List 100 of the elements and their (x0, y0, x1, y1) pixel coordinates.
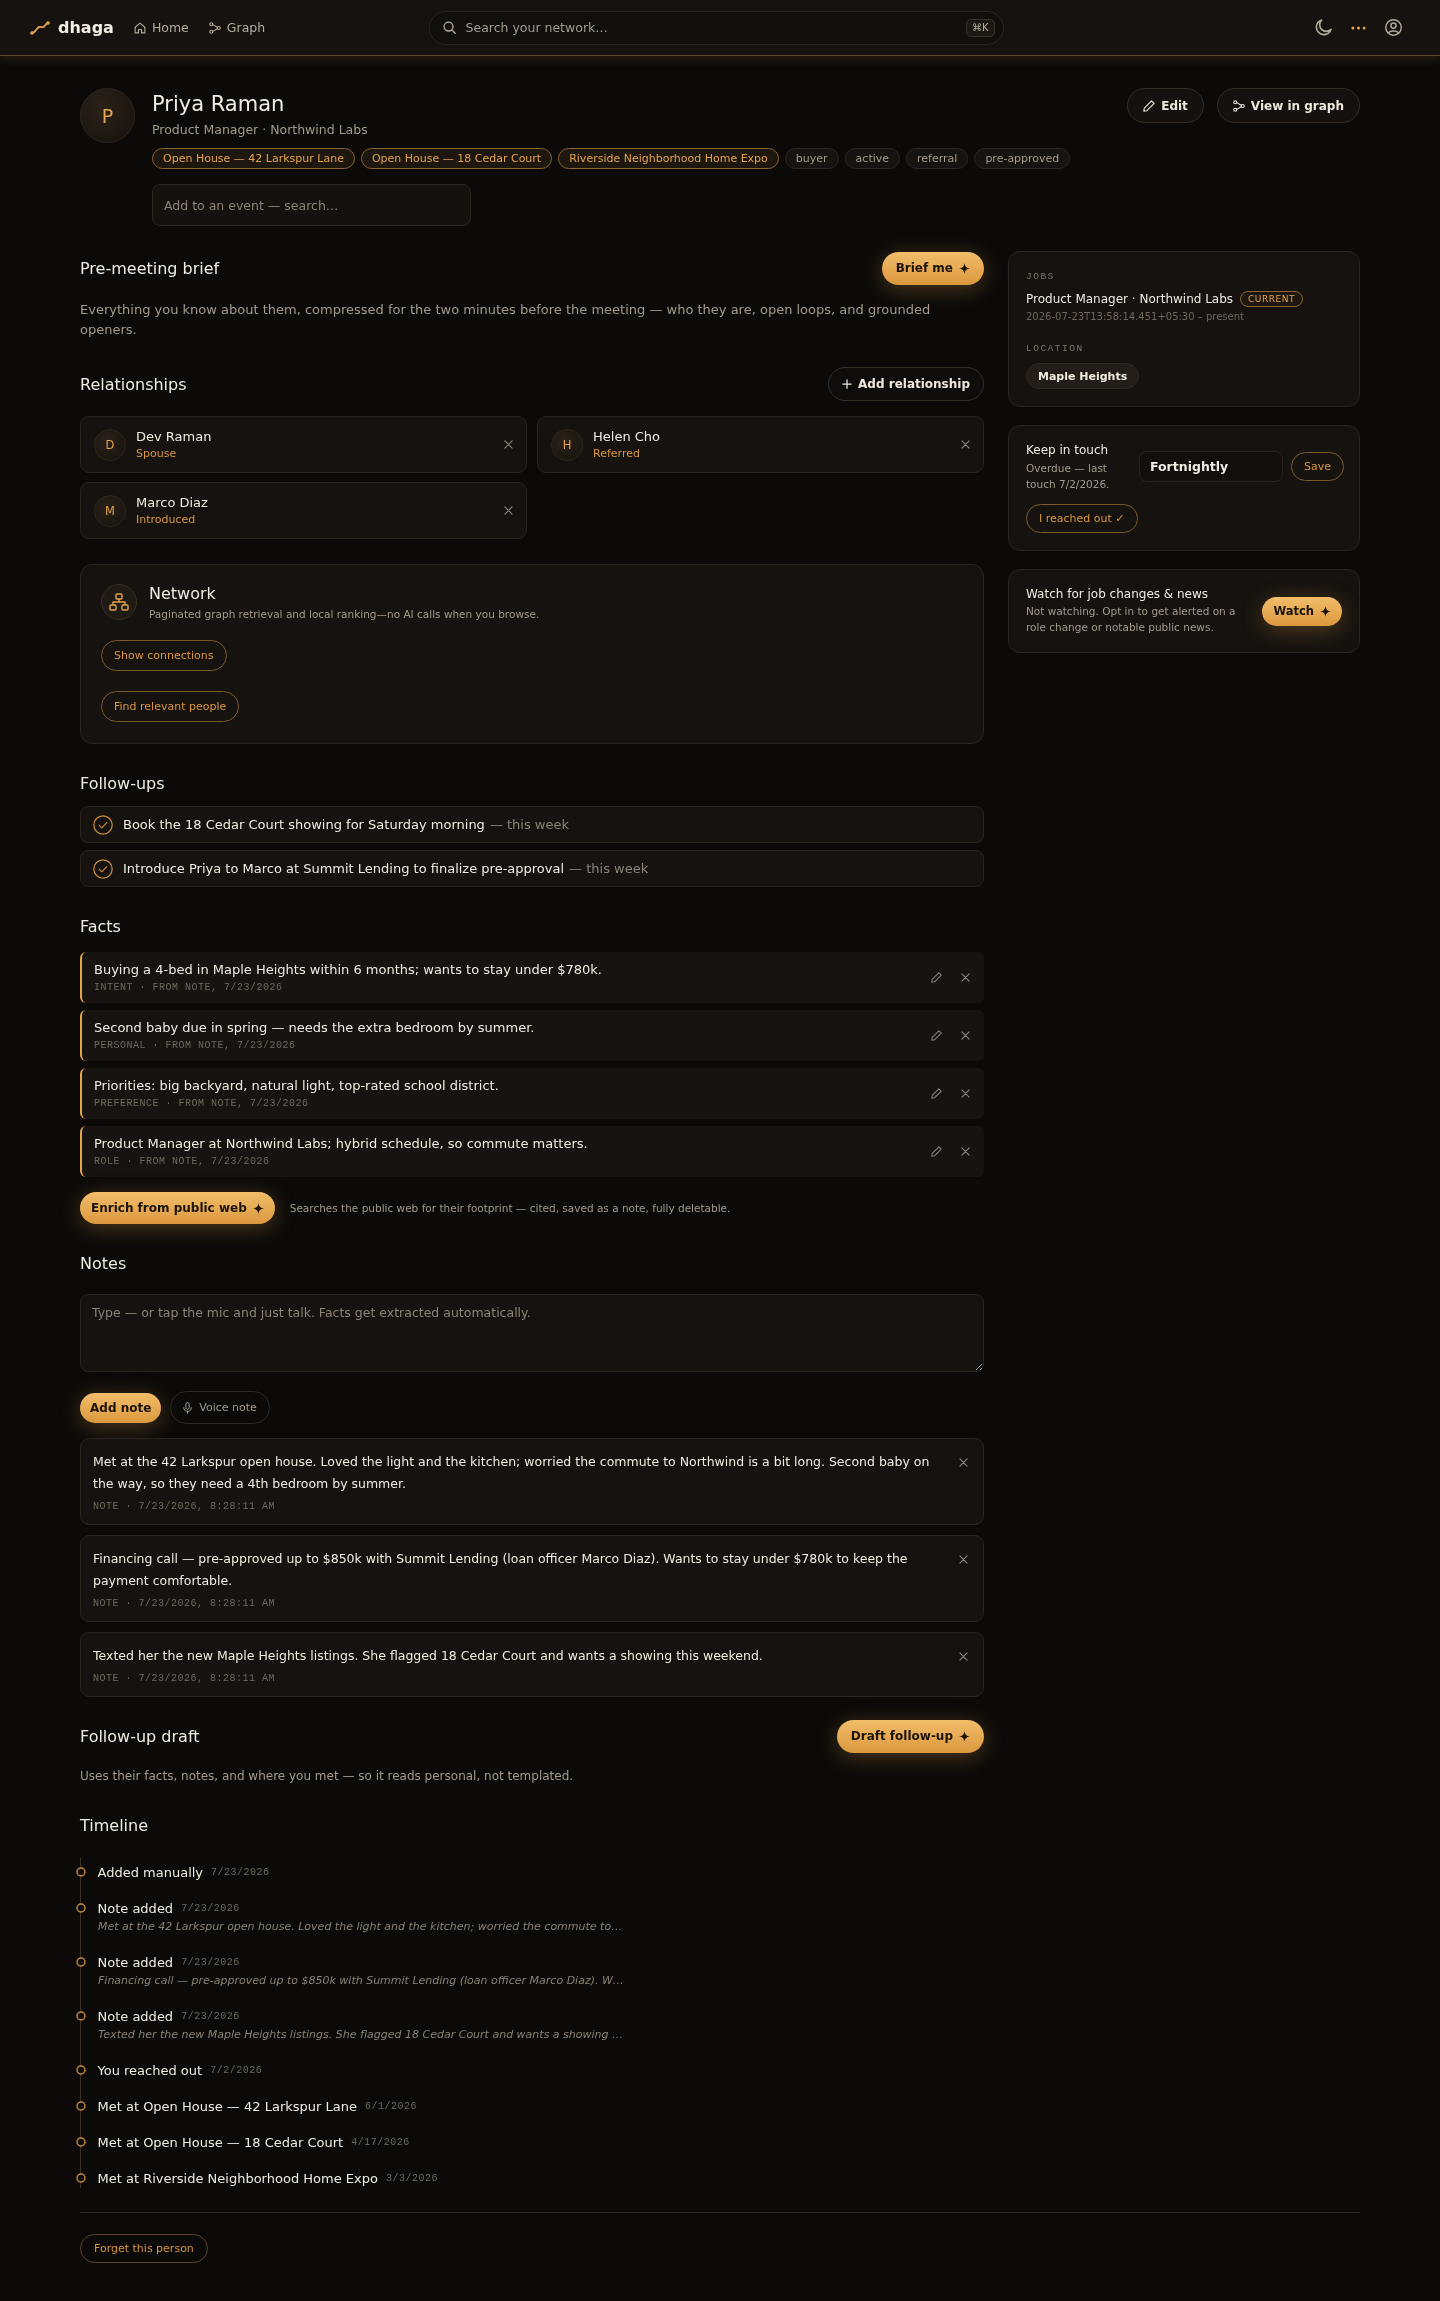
sparkle-icon (959, 1730, 970, 1742)
close-icon[interactable] (504, 440, 513, 449)
check-circle-icon[interactable] (93, 858, 113, 879)
close-icon[interactable] (961, 1147, 970, 1156)
close-icon[interactable] (961, 1089, 970, 1098)
timeline-marker-icon (75, 2137, 86, 2147)
close-icon[interactable] (961, 440, 970, 449)
close-icon[interactable] (961, 973, 970, 982)
event-title: Met at Open House — 18 Cedar Court (97, 2134, 344, 2150)
status-text: Overdue — last touch 7/2/2026. (1026, 461, 1111, 492)
frequency-field[interactable]: Fortnightly (1139, 451, 1283, 482)
nodes-icon (208, 21, 221, 34)
enrich-button[interactable]: Enrich from public web (80, 1192, 275, 1224)
section-heading: Notes (80, 1253, 127, 1273)
fact-meta: PREFERENCE · FROM NOTE, 7/23/2026 (94, 1098, 309, 1109)
event-search-field[interactable]: Add to an event — search… (152, 184, 471, 226)
contact-name: Marco Diaz (136, 495, 208, 510)
tag[interactable]: buyer (784, 148, 839, 169)
event-date: 6/1/2026 (364, 2100, 417, 2112)
event-date: 4/17/2026 (351, 2136, 410, 2148)
close-icon[interactable] (959, 1555, 968, 1564)
tag[interactable]: active (844, 148, 901, 169)
due-label: — this week (489, 817, 570, 832)
timeline-marker-icon (75, 1867, 86, 1877)
add-relationship-button[interactable]: Add relationship (828, 367, 984, 401)
contact-name: Helen Cho (593, 429, 661, 444)
timeline-marker-icon (75, 1903, 86, 1913)
avatar: H (551, 428, 583, 461)
hierarchy-icon (101, 584, 137, 620)
relationship-card[interactable]: H Helen Cho Referred (537, 416, 984, 473)
fact-text: Second baby due in spring — needs the extra bedroom by summer. (94, 1020, 535, 1035)
tag[interactable]: pre-approved (974, 148, 1071, 169)
event-date: 3/3/2026 (385, 2172, 438, 2184)
brief-button[interactable]: Brief me (881, 251, 984, 285)
edit-button[interactable]: Edit (1127, 88, 1204, 123)
nav-link[interactable]: Home (133, 20, 189, 35)
event-tag[interactable]: Riverside Neighborhood Home Expo (558, 148, 779, 169)
close-icon[interactable] (959, 1458, 968, 1467)
relationship-card[interactable]: D Dev Raman Spouse (80, 416, 527, 473)
fact-text: Product Manager at Northwind Labs; hybrid schedule, so commute matters. (94, 1136, 588, 1151)
pencil-icon (1143, 99, 1156, 112)
fact-meta: INTENT · FROM NOTE, 7/23/2026 (94, 982, 283, 993)
close-icon[interactable] (961, 1031, 970, 1040)
pencil-icon[interactable] (931, 972, 942, 983)
logo-link[interactable]: dhaga (30, 18, 114, 37)
sparkle-icon (1320, 605, 1331, 617)
note-input[interactable]: Type — or tap the mic and just talk. Facts get extracted automatically. (80, 1294, 984, 1372)
note-meta: NOTE · 7/23/2026, 8:28:11 AM (93, 1501, 276, 1512)
close-icon[interactable] (504, 506, 513, 515)
fact-text: Buying a 4-bed in Maple Heights within 6 months; wants to stay under $780k. (94, 962, 602, 977)
relation-label: Spouse (136, 447, 177, 460)
fact-meta: PERSONAL · FROM NOTE, 7/23/2026 (94, 1040, 296, 1051)
followup-text: Introduce Priya to Marco at Summit Lending to finalize pre-approval (123, 861, 565, 876)
section-heading: Pre-meeting brief (80, 258, 220, 278)
relationship-card[interactable]: M Marco Diaz Introduced (80, 482, 527, 539)
event-tag[interactable]: Open House — 18 Cedar Court (360, 148, 553, 169)
note-text: Met at the 42 Larkspur open house. Loved the light and the kitchen; worried the commute to Northwind is a bit long. Second baby on the way, so they need a 4th bedroom by summer. (93, 1453, 931, 1493)
person-subtitle: Product Manager · Northwind Labs (152, 121, 369, 139)
timeline-marker-icon (75, 2011, 86, 2021)
watch-button[interactable]: Watch (1262, 596, 1342, 626)
note-text: Texted her the new Maple Heights listings. She flagged 18 Cedar Court and wants a showing this weekend. (93, 1647, 763, 1665)
mic-icon (183, 1401, 193, 1414)
pencil-icon[interactable] (931, 1146, 942, 1157)
more-icon[interactable] (1351, 25, 1366, 30)
event-title: Note added (97, 2008, 174, 2024)
due-label: — this week (569, 861, 649, 876)
draft-button[interactable]: Draft follow-up (836, 1719, 984, 1753)
event-tag[interactable]: Open House — 42 Larkspur Lane (152, 148, 355, 169)
timeline-marker-icon (75, 2101, 86, 2111)
event-title: Met at Open House — 42 Larkspur Lane (97, 2098, 357, 2114)
card-title: Watch for job changes & news (1026, 587, 1210, 601)
followup-text: Book the 18 Cedar Court showing for Saturday morning (123, 817, 485, 832)
section-heading: Relationships (80, 374, 187, 394)
pencil-icon[interactable] (931, 1030, 942, 1041)
section-description: Everything you know about them, compressed for the two minutes before the meeting — who they are, open loops, and grounded openers. (80, 301, 932, 339)
close-icon[interactable] (959, 1652, 968, 1661)
event-title: Added manually (97, 1864, 204, 1880)
job-title: Product Manager · Northwind Labs (1026, 292, 1234, 306)
search-icon (442, 21, 456, 34)
helper-text: Searches the public web for their footprint — cited, saved as a note, fully deletable. (289, 1202, 731, 1214)
add-note-button[interactable]: Add note (80, 1392, 162, 1423)
nav-link[interactable]: Graph (208, 20, 266, 35)
moon-icon[interactable] (1315, 19, 1332, 36)
tag[interactable]: referral (906, 148, 969, 169)
event-date: 7/23/2026 (181, 1902, 240, 1914)
pencil-icon[interactable] (931, 1088, 942, 1099)
location-chip: Maple Heights (1026, 363, 1140, 389)
check-circle-icon[interactable] (93, 814, 113, 835)
note-meta: NOTE · 7/23/2026, 8:28:11 AM (93, 1673, 276, 1684)
note-text: Financing call — pre-approved up to $850k with Summit Lending (loan officer Marco Diaz). Wants to stay under $780k to keep the payment comfortable. (93, 1550, 909, 1590)
event-date: 7/23/2026 (181, 2010, 240, 2022)
card-description: Paginated graph retrieval and local ranking—no AI calls when you browse. (149, 608, 540, 620)
status-badge: CURRENT (1240, 291, 1303, 307)
user-icon[interactable] (1385, 19, 1402, 36)
avatar: P (80, 88, 135, 143)
sparkle-icon (959, 262, 970, 274)
note-meta: NOTE · 7/23/2026, 8:28:11 AM (93, 1598, 276, 1609)
view-graph-button[interactable]: View in graph (1216, 88, 1360, 123)
avatar: M (94, 494, 126, 527)
timeline-marker-icon (75, 1957, 86, 1967)
